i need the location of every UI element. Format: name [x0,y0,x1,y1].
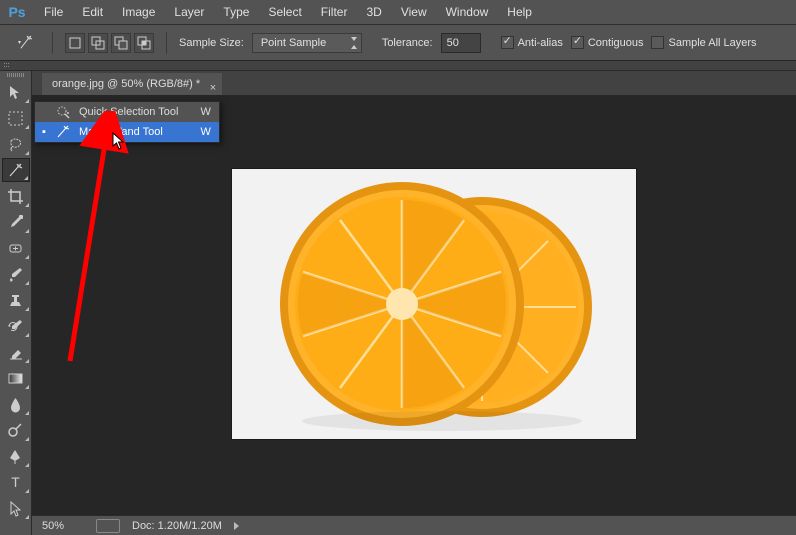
tolerance-label: Tolerance: [382,37,433,49]
menu-type[interactable]: Type [214,2,258,22]
menu-image[interactable]: Image [113,2,164,22]
menu-edit[interactable]: Edit [73,2,112,22]
sample-all-layers-label: Sample All Layers [668,37,756,49]
svg-text:T: T [11,474,20,490]
menu-select[interactable]: Select [259,2,310,22]
tool-pen[interactable] [2,444,30,468]
image-canvas [232,169,636,439]
sample-all-layers-checkbox[interactable]: Sample All Layers [651,36,756,49]
tool-brush[interactable] [2,262,30,286]
document-tab-title: orange.jpg @ 50% (RGB/8#) * [52,73,200,95]
status-bar: 50% Doc: 1.20M/1.20M [32,515,796,535]
tool-blur[interactable] [2,392,30,416]
document-tab-bar: orange.jpg @ 50% (RGB/8#) * × [32,71,796,95]
tool-move[interactable] [2,80,30,104]
flyout-item-magic-wand[interactable]: ▪ Magic Wand Tool W [35,122,219,142]
flyout-item-label: Magic Wand Tool [79,126,163,138]
sample-size-dropdown[interactable]: Point Sample [252,33,362,53]
tool-history-brush[interactable] [2,314,30,338]
tolerance-input[interactable]: 50 [441,33,481,53]
selection-add-icon[interactable] [88,33,108,53]
tool-path-selection[interactable] [2,496,30,520]
selected-bullet: ▪ [41,126,47,138]
menu-view[interactable]: View [392,2,436,22]
tools-grip[interactable] [0,71,31,79]
flyout-item-shortcut: W [186,126,210,138]
menu-help[interactable]: Help [498,2,541,22]
anti-alias-label: Anti-alias [518,37,563,49]
flyout-item-label: Quick Selection Tool [79,106,178,118]
document-tab[interactable]: orange.jpg @ 50% (RGB/8#) * × [42,73,222,95]
status-flyout-icon[interactable] [234,522,239,530]
selection-intersect-icon[interactable] [134,33,154,53]
menu-layer[interactable]: Layer [165,2,213,22]
divider [166,32,167,54]
divider [52,32,53,54]
checkbox-icon [651,36,664,49]
magic-wand-icon [55,124,71,140]
current-tool-indicator[interactable] [12,31,40,55]
zoom-value[interactable]: 50% [36,520,84,532]
tool-flyout-menu: Quick Selection Tool W ▪ Magic Wand Tool… [34,101,220,143]
tool-eyedropper[interactable] [2,210,30,234]
tool-marquee[interactable] [2,106,30,130]
tool-dodge[interactable] [2,418,30,442]
selection-mode-group [65,33,154,53]
menu-3d[interactable]: 3D [357,2,390,22]
tool-lasso[interactable] [2,132,30,156]
tool-gradient[interactable] [2,366,30,390]
menu-filter[interactable]: Filter [312,2,357,22]
panel-toggle-strip[interactable] [0,61,796,71]
flyout-item-shortcut: W [186,106,210,118]
tool-healing-brush[interactable] [2,236,30,260]
tool-eraser[interactable] [2,340,30,364]
contiguous-checkbox[interactable]: Contiguous [571,36,644,49]
selection-subtract-icon[interactable] [111,33,131,53]
contiguous-label: Contiguous [588,37,644,49]
options-bar: Sample Size: Point Sample Tolerance: 50 … [0,25,796,61]
menu-window[interactable]: Window [437,2,498,22]
document-size-info: Doc: 1.20M/1.20M [132,520,222,532]
menu-file[interactable]: File [35,2,72,22]
tools-panel: T [0,71,32,535]
checkbox-icon [501,36,514,49]
checkbox-icon [571,36,584,49]
selection-new-icon[interactable] [65,33,85,53]
sample-size-label: Sample Size: [179,37,244,49]
flyout-item-quick-selection[interactable]: Quick Selection Tool W [35,102,219,122]
quick-selection-icon [55,104,71,120]
status-indicator-icon [96,519,120,533]
tool-crop[interactable] [2,184,30,208]
tool-type[interactable]: T [2,470,30,494]
anti-alias-checkbox[interactable]: Anti-alias [501,36,563,49]
canvas-viewport[interactable] [32,95,796,515]
menu-bar: Ps File Edit Image Layer Type Select Fil… [0,0,796,25]
tool-magic-wand[interactable] [2,158,30,182]
tool-clone-stamp[interactable] [2,288,30,312]
app-logo: Ps [6,2,28,22]
